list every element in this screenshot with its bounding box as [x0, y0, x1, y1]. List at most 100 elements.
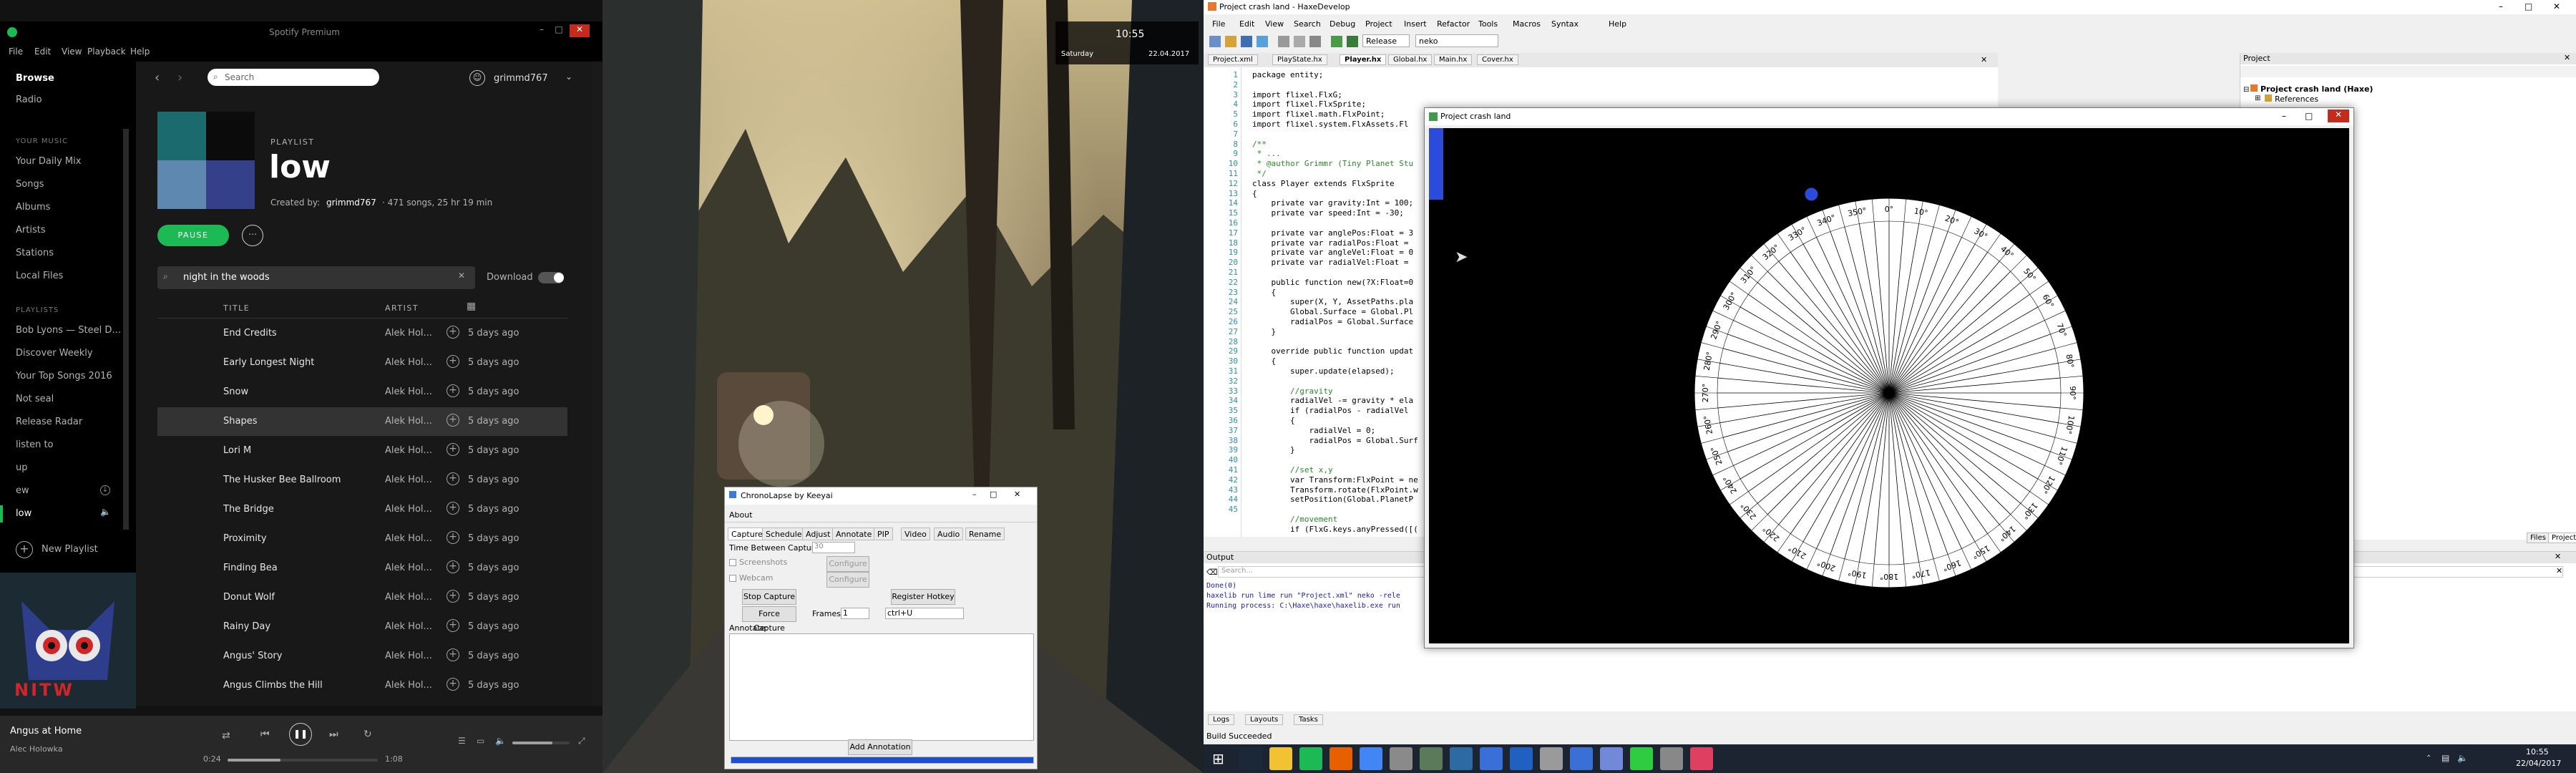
add-track-icon[interactable]: + [447, 414, 459, 427]
screenshots-checkbox[interactable] [729, 559, 736, 566]
playlist-item[interactable]: Not seal [16, 394, 54, 404]
track-row[interactable]: End Credits Alek Hol... +5 days ago [157, 319, 567, 348]
col-title[interactable]: TITLE [223, 303, 250, 313]
code-line[interactable]: */ [1252, 169, 1267, 178]
maximize-icon[interactable]: □ [2305, 111, 2313, 121]
back-arrow-icon[interactable]: ‹ [155, 70, 160, 85]
build-icon[interactable] [1331, 36, 1342, 47]
code-line[interactable]: setPosition(Global.PlanetP [1252, 495, 1413, 504]
code-line[interactable]: override public function updat [1252, 346, 1413, 356]
minimize-icon[interactable]: – [2499, 1, 2503, 11]
search-box[interactable]: ⌕ Search [208, 69, 379, 86]
time-between-input[interactable]: 30 [812, 542, 855, 553]
configure-webcam-button[interactable]: Configure [826, 572, 869, 588]
chrome-icon[interactable] [1360, 747, 1382, 770]
project-root[interactable]: Project crash land (Haxe) [2260, 84, 2373, 94]
target-select[interactable]: neko [1415, 34, 1498, 47]
force-capture-button[interactable]: Force Capture [742, 606, 796, 633]
frames-input[interactable]: 1 [841, 608, 869, 619]
forward-arrow-icon[interactable]: › [177, 70, 182, 85]
minimize-icon[interactable]: – [535, 24, 548, 37]
tab-project-xml[interactable]: Project.xml [1208, 54, 1258, 65]
pause-icon[interactable]: ❚❚ [289, 723, 312, 746]
track-row[interactable]: Shapes Alek Hol... +5 days ago [157, 407, 567, 436]
add-track-icon[interactable]: + [447, 502, 459, 515]
playlist-item[interactable]: up [16, 462, 28, 473]
tray-network-icon[interactable]: ▤ [2441, 753, 2449, 763]
code-line[interactable]: import flixel.FlxSprite; [1252, 99, 1366, 109]
add-track-icon[interactable]: + [447, 590, 459, 603]
code-line[interactable]: import flixel.math.FlxPoint; [1252, 110, 1385, 119]
add-track-icon[interactable]: + [447, 560, 459, 573]
close-tab-icon[interactable]: ✕ [1981, 55, 1987, 64]
track-row[interactable]: Donut Wolf Alek Hol... +5 days ago [157, 583, 567, 612]
shield-icon[interactable] [1480, 747, 1503, 770]
add-track-icon[interactable]: + [447, 326, 459, 339]
annotate-textarea[interactable] [729, 633, 1034, 741]
add-track-icon[interactable]: + [447, 619, 459, 632]
close-icon[interactable]: ✕ [1014, 490, 1020, 499]
code-line[interactable]: private var radialPos:Float = [1252, 238, 1413, 248]
playlist-item[interactable]: Bob Lyons — Steel D… [16, 325, 121, 336]
colors-icon[interactable] [1690, 747, 1713, 770]
cut-icon[interactable] [1278, 36, 1289, 47]
menu-project[interactable]: Project [1365, 19, 1392, 29]
tab-tasks[interactable]: Tasks [1294, 714, 1323, 725]
code-line[interactable]: import flixel.FlxG; [1252, 90, 1342, 99]
lib-local-files[interactable]: Local Files [16, 271, 63, 281]
tab-rename[interactable]: Rename [965, 528, 1005, 540]
code-line[interactable]: private var radialVel:Float = [1252, 258, 1413, 267]
tray-volume-icon[interactable]: 🔈 [2457, 753, 2468, 763]
add-track-icon[interactable]: + [447, 531, 459, 544]
menu-file[interactable]: File [9, 47, 23, 57]
tab-global[interactable]: Global.hx [1388, 54, 1433, 65]
stop-capture-button[interactable]: Stop Capture [742, 589, 796, 605]
menu-debug[interactable]: Debug [1330, 19, 1355, 29]
track-artist[interactable]: Alek Hol... [385, 621, 432, 632]
clock-icon[interactable] [1510, 747, 1533, 770]
code-line[interactable]: if (FlxG.keys.anyPressed([( [1252, 525, 1418, 534]
menu-insert[interactable]: Insert [1404, 19, 1427, 29]
new-playlist-button[interactable]: New Playlist [42, 544, 98, 555]
code-line[interactable]: if (radialPos - radialVel [1252, 406, 1409, 415]
windows-start-icon[interactable]: ⊞ [1212, 750, 1228, 767]
minimize-icon[interactable]: – [972, 490, 977, 499]
devices-icon[interactable]: ▭ [477, 736, 484, 746]
menu-help[interactable]: Help [1609, 19, 1626, 29]
add-track-icon[interactable]: + [447, 384, 459, 397]
code-line[interactable]: } [1252, 327, 1276, 336]
track-artist[interactable]: Alek Hol... [385, 533, 432, 544]
track-artist[interactable]: Alek Hol... [385, 416, 432, 427]
tab-cover[interactable]: Cover.hx [1477, 54, 1518, 65]
track-row[interactable]: Finding Bea Alek Hol... +5 days ago [157, 554, 567, 583]
hotkey-input[interactable]: ctrl+U [885, 608, 964, 619]
now-playing-cover[interactable]: NITW [0, 573, 136, 709]
now-playing-artist[interactable]: Alec Holowka [10, 744, 63, 754]
configure-screenshots-button[interactable]: Configure [826, 556, 869, 572]
bubble-icon[interactable] [1630, 747, 1653, 770]
track-artist[interactable]: Alek Hol... [385, 386, 432, 397]
nav-browse[interactable]: Browse [16, 73, 54, 84]
webcam-checkbox[interactable] [729, 575, 736, 582]
fullscreen-icon[interactable]: ⤢ [578, 736, 585, 747]
lib-songs[interactable]: Songs [16, 179, 44, 190]
maximize-icon[interactable]: □ [990, 490, 997, 499]
clear-search-icon[interactable]: ✕ [2556, 566, 2562, 575]
playlist-item[interactable]: listen to [16, 439, 54, 450]
track-row[interactable]: Angus Climbs the Hill Alek Hol... +5 days … [157, 671, 567, 700]
track-row[interactable]: Angus' Story Alek Hol... +5 days ago [157, 642, 567, 671]
code-line[interactable]: Transform.rotate(FlxPoint.w [1252, 485, 1418, 495]
search-input[interactable]: Search [225, 72, 254, 82]
menu-file[interactable]: File [1212, 19, 1225, 29]
main-scrollbar[interactable] [591, 62, 601, 706]
code-line[interactable]: //set x,y [1252, 465, 1333, 475]
track-row[interactable]: Early Longest Night Alek Hol... +5 days ag… [157, 349, 567, 377]
track-artist[interactable]: Alek Hol... [385, 445, 432, 456]
add-track-icon[interactable]: + [447, 678, 459, 691]
firefox-icon[interactable] [1330, 747, 1352, 770]
register-hotkey-button[interactable]: Register Hotkey [891, 589, 955, 605]
lib-albums[interactable]: Albums [16, 202, 50, 213]
menu-view[interactable]: View [62, 47, 82, 57]
add-track-icon[interactable]: + [447, 443, 459, 456]
menu-refactor[interactable]: Refactor [1437, 19, 1470, 29]
